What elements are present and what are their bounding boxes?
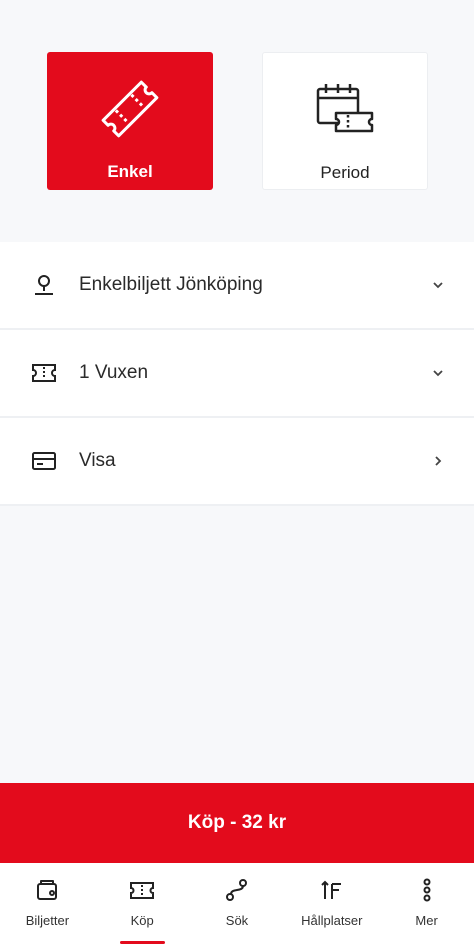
- option-payment[interactable]: Visa: [0, 418, 474, 506]
- ticket-icon: [95, 74, 165, 144]
- ticket-type-period[interactable]: Period: [262, 52, 428, 190]
- chevron-down-icon: [430, 277, 446, 293]
- calendar-ticket-icon: [310, 75, 380, 145]
- option-zone-label: Enkelbiljett Jönköping: [79, 274, 263, 295]
- ticket-type-single[interactable]: Enkel: [47, 52, 213, 190]
- buy-ticket-icon: [127, 875, 157, 905]
- ticket-options-list: Enkelbiljett Jönköping 1 Vuxen Visa: [0, 242, 474, 506]
- chevron-right-icon: [430, 453, 446, 469]
- option-zone[interactable]: Enkelbiljett Jönköping: [0, 242, 474, 330]
- more-icon: [412, 875, 442, 905]
- bottom-navigation: Biljetter Köp Sök Hållplatser Mer: [0, 863, 474, 948]
- nav-label-buy: Köp: [130, 913, 154, 928]
- ticket-type-selector: Enkel Period: [0, 0, 474, 242]
- option-traveller[interactable]: 1 Vuxen: [0, 330, 474, 418]
- location-pin-icon: [30, 271, 58, 299]
- option-payment-label: Visa: [79, 450, 116, 471]
- nav-item-more[interactable]: Mer: [379, 863, 474, 948]
- nav-label-more: Mer: [415, 913, 438, 928]
- route-icon: [222, 875, 252, 905]
- tickets-icon: [32, 875, 62, 905]
- option-traveller-label: 1 Vuxen: [79, 362, 149, 383]
- stops-icon: [317, 875, 347, 905]
- buy-button[interactable]: Köp - 32 kr: [0, 783, 474, 863]
- nav-item-tickets[interactable]: Biljetter: [0, 863, 95, 948]
- nav-label-tickets: Biljetter: [25, 913, 70, 928]
- nav-label-stops: Hållplatser: [301, 913, 363, 928]
- nav-label-search: Sök: [225, 913, 249, 928]
- nav-item-search[interactable]: Sök: [190, 863, 285, 948]
- chevron-down-icon: [430, 365, 446, 381]
- card-icon: [30, 447, 58, 475]
- ticket-type-period-label: Period: [320, 163, 370, 182]
- ticket-type-single-label: Enkel: [107, 162, 153, 181]
- nav-item-buy[interactable]: Köp: [95, 863, 190, 948]
- nav-item-stops[interactable]: Hållplatser: [284, 863, 379, 948]
- ticket-outline-icon: [30, 359, 58, 387]
